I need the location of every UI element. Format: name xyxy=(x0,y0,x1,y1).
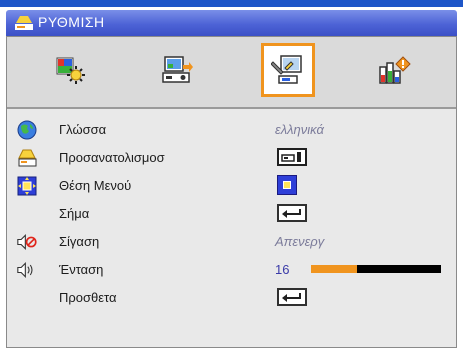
signal-enter-button[interactable] xyxy=(277,204,307,222)
row-language[interactable]: Γλώσσα ελληνικά xyxy=(7,116,456,144)
tab-options[interactable] xyxy=(367,43,421,97)
row-advanced[interactable]: Προσθετα xyxy=(7,284,456,312)
menu-location-icon xyxy=(17,176,37,196)
desktop-front-icon xyxy=(281,152,301,162)
row-signal[interactable]: Σήμα xyxy=(7,200,456,228)
tab-bar xyxy=(7,37,456,107)
tab-setup[interactable] xyxy=(261,43,315,97)
tab-display[interactable] xyxy=(151,43,205,97)
volume-slider-fill xyxy=(311,265,357,273)
display-icon xyxy=(162,56,193,83)
projection-label: Προσανατολισμοσ xyxy=(59,150,165,165)
advanced-enter-button[interactable] xyxy=(277,288,307,306)
row-projection[interactable]: Προσανατολισμοσ xyxy=(7,144,456,172)
osd-menu: ΡΥΘΜΙΣΗ Γλώσσα ελληνικά Προσανατολισμοσ … xyxy=(0,0,463,355)
advanced-label: Προσθετα xyxy=(59,290,117,305)
tab-image-settings[interactable] xyxy=(44,43,98,97)
volume-label: Ένταση xyxy=(59,262,104,277)
language-label: Γλώσσα xyxy=(59,122,107,137)
divider xyxy=(7,107,456,109)
menu-location-button[interactable] xyxy=(277,175,297,195)
setup-icon xyxy=(15,16,33,30)
mute-value[interactable]: Απενεργ xyxy=(275,234,324,249)
menu-title: ΡΥΘΜΙΣΗ xyxy=(38,14,105,30)
row-menu-location[interactable]: Θέση Μενού xyxy=(7,172,456,200)
image-settings-icon xyxy=(56,57,85,84)
mute-icon xyxy=(17,234,37,250)
title-bar: ΡΥΘΜΙΣΗ xyxy=(6,10,457,36)
projection-button[interactable] xyxy=(277,148,307,166)
enter-icon xyxy=(282,293,301,302)
row-volume[interactable]: Ένταση 16 xyxy=(7,256,456,284)
projection-icon xyxy=(18,149,37,167)
setup-icon xyxy=(271,55,302,84)
top-strip xyxy=(0,0,463,7)
volume-value: 16 xyxy=(275,262,290,277)
globe-icon xyxy=(17,120,37,140)
center-position-icon xyxy=(283,181,291,189)
language-value[interactable]: ελληνικά xyxy=(275,122,324,137)
enter-icon xyxy=(282,209,301,218)
speaker-icon xyxy=(17,262,33,278)
mute-label: Σίγαση xyxy=(59,234,100,249)
options-icon xyxy=(379,56,411,84)
menu-panel: Γλώσσα ελληνικά Προσανατολισμοσ Θέση Μεν… xyxy=(6,36,457,348)
menu-location-label: Θέση Μενού xyxy=(59,178,132,193)
signal-label: Σήμα xyxy=(59,206,90,221)
row-mute[interactable]: Σίγαση Απενεργ xyxy=(7,228,456,256)
volume-slider[interactable] xyxy=(311,265,441,273)
